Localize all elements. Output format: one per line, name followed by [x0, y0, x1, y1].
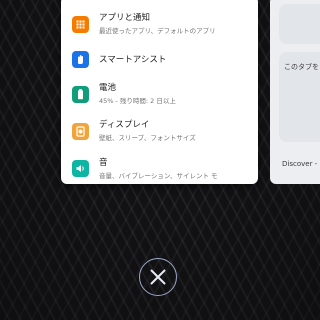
settings-item-display[interactable]: ディスプレイ 壁紙、スリープ、フォントサイズ	[61, 114, 258, 148]
hand-icon	[72, 51, 89, 68]
content-block	[279, 4, 320, 44]
settings-item-sound[interactable]: 音 音量、バイブレーション、サイレント モ	[61, 151, 258, 184]
settings-item-subtitle: 45% - 残り時間: 2 日以上	[99, 97, 176, 105]
settings-item-title: 音	[99, 158, 108, 168]
settings-item-subtitle: 最近使ったアプリ、デフォルトのアプリ	[99, 27, 216, 35]
settings-item-title: アプリと通知	[99, 13, 151, 23]
settings-item-subtitle: 音量、バイブレーション、サイレント モ	[99, 172, 218, 180]
settings-item-subtitle: 壁紙、スリープ、フォントサイズ	[99, 134, 196, 142]
card-footer-text: Discover -	[282, 160, 318, 168]
recents-screen: アプリと通知 最近使ったアプリ、デフォルトのアプリ スマートアシスト 電池 45…	[0, 0, 320, 320]
settings-item-title: ディスプレイ	[99, 120, 150, 130]
settings-item-smart-assist[interactable]: スマートアシスト	[61, 42, 258, 76]
settings-item-apps-notifications[interactable]: アプリと通知 最近使ったアプリ、デフォルトのアプリ	[61, 7, 258, 41]
settings-item-title: スマートアシスト	[99, 55, 167, 65]
card-text: このタブを	[284, 63, 319, 71]
brightness-icon	[72, 123, 89, 140]
apps-grid-icon	[72, 16, 89, 33]
battery-icon	[72, 86, 89, 103]
settings-item-battery[interactable]: 電池 45% - 残り時間: 2 日以上	[61, 77, 258, 111]
close-icon	[150, 269, 166, 285]
recent-app-card-browser[interactable]: このタブを Discover -	[270, 0, 320, 184]
settings-item-title: 電池	[99, 83, 117, 93]
volume-icon	[72, 160, 89, 177]
recent-app-card-settings[interactable]: アプリと通知 最近使ったアプリ、デフォルトのアプリ スマートアシスト 電池 45…	[61, 0, 258, 184]
clear-all-button[interactable]	[139, 258, 177, 296]
